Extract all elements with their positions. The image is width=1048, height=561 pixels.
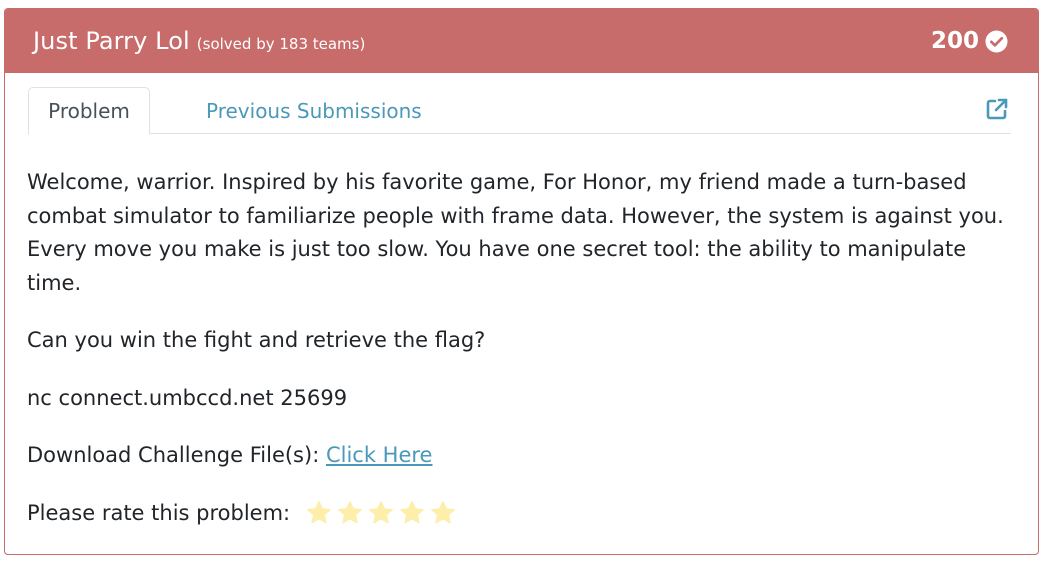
star-icon[interactable] — [368, 500, 394, 526]
solved-count: (solved by 183 teams) — [196, 35, 366, 53]
connection-command: nc connect.umbccd.net 25699 — [27, 385, 348, 410]
rating-row: Please rate this problem: — [27, 497, 1017, 531]
problem-description: Welcome, warrior. Inspired by his favori… — [27, 170, 1004, 295]
star-icon[interactable] — [430, 500, 456, 526]
external-link-icon[interactable] — [985, 97, 1009, 121]
download-link[interactable]: Click Here — [326, 443, 433, 467]
challenge-title: Just Parry Lol — [33, 27, 190, 55]
download-row: Download Challenge File(s): Click Here — [27, 439, 1017, 473]
star-icon[interactable] — [399, 500, 425, 526]
star-icon[interactable] — [306, 500, 332, 526]
tab-previous-submissions[interactable]: Previous Submissions — [206, 87, 422, 134]
problem-question: Can you win the fight and retrieve the f… — [27, 328, 486, 352]
rating-stars — [306, 500, 456, 526]
download-label: Download Challenge File(s): — [27, 443, 326, 467]
tab-problem[interactable]: Problem — [28, 87, 150, 135]
rating-label: Please rate this problem: — [27, 500, 291, 525]
star-icon[interactable] — [337, 500, 363, 526]
points-group: 200 — [931, 28, 1008, 54]
tab-bar: Problem Previous Submissions — [28, 87, 1011, 135]
problem-body: Welcome, warrior. Inspired by his favori… — [27, 166, 1017, 530]
challenge-title-group: Just Parry Lol (solved by 183 teams) — [33, 27, 365, 55]
check-circle-icon — [985, 29, 1008, 53]
challenge-points: 200 — [930, 28, 979, 54]
challenge-header: Just Parry Lol (solved by 183 teams) 200 — [5, 9, 1038, 73]
